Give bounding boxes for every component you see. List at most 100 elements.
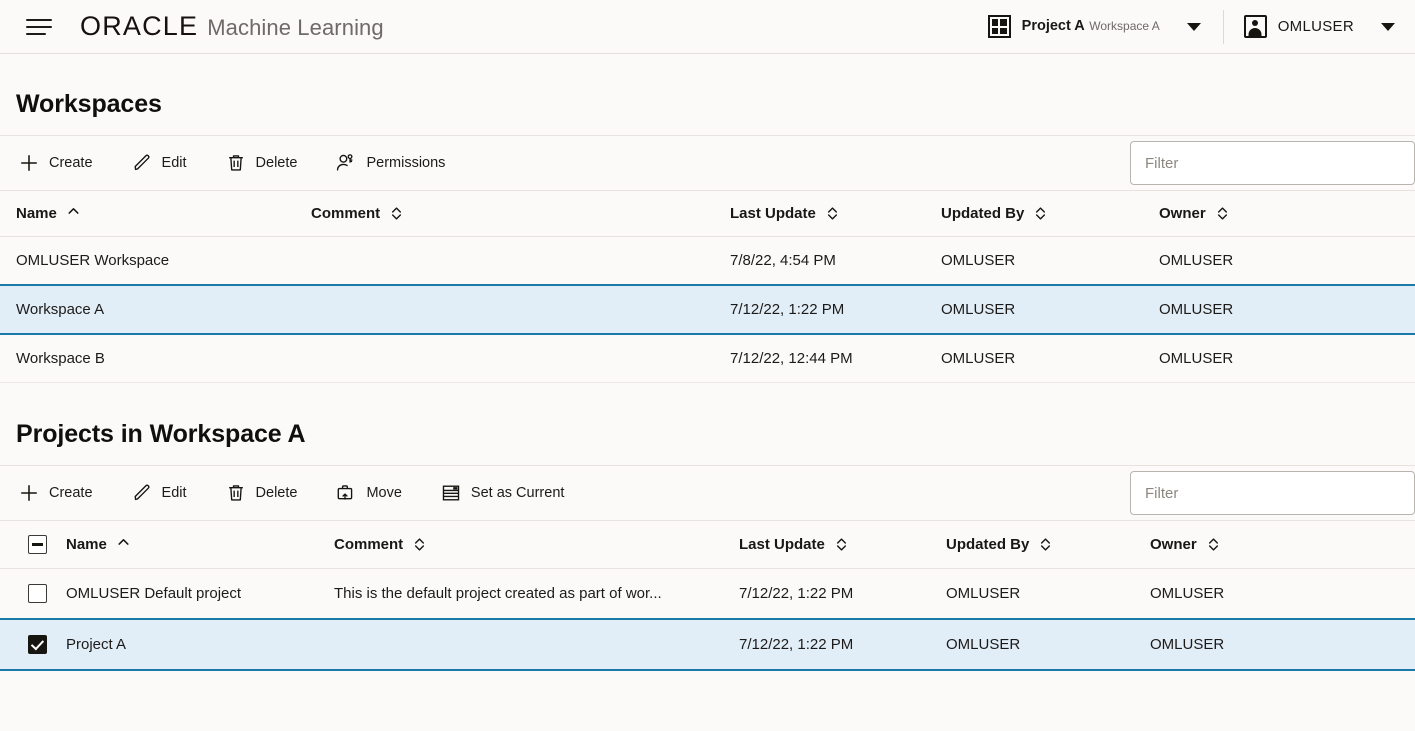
current-workspace-name: Workspace A <box>1089 19 1160 34</box>
project-updated-by-cell: OMLUSER <box>946 568 1150 620</box>
projects-col-name[interactable]: Name <box>66 521 334 569</box>
grid-icon <box>987 15 1011 38</box>
projects-create-label: Create <box>49 485 93 501</box>
projects-delete-button[interactable]: Delete <box>223 473 308 513</box>
workspaces-toolbar: Create Edit Delete Permissions <box>0 135 1415 191</box>
projects-create-button[interactable]: Create <box>16 473 103 513</box>
project-owner-cell: OMLUSER <box>1150 618 1415 671</box>
workspaces-title: Workspaces <box>16 90 162 118</box>
projects-filter-box[interactable] <box>1130 471 1415 515</box>
workspaces-permissions-label: Permissions <box>366 155 446 171</box>
workspaces-filter-input[interactable] <box>1145 154 1400 172</box>
trash-icon <box>228 485 243 501</box>
workspace-comment-cell <box>311 284 730 335</box>
workspaces-col-owner[interactable]: Owner <box>1159 191 1415 237</box>
sort-none-icon <box>1208 538 1218 551</box>
projects-col-last-update-label: Last Update <box>739 536 825 553</box>
project-name-cell: OMLUSER Default project <box>66 568 334 620</box>
workspace-comment-cell <box>311 236 730 286</box>
project-owner-cell: OMLUSER <box>1150 568 1415 620</box>
chevron-down-icon[interactable] <box>1381 22 1395 31</box>
workspaces-col-comment[interactable]: Comment <box>311 191 730 237</box>
product-name: Machine Learning <box>207 15 384 40</box>
workspaces-col-name[interactable]: Name <box>0 191 311 237</box>
sort-ascending-icon <box>68 208 79 214</box>
pencil-icon <box>134 154 150 171</box>
header-right: Project A Workspace A OMLUSER <box>982 0 1401 53</box>
user-menu[interactable]: OMLUSER <box>1228 8 1401 46</box>
sort-none-icon <box>392 207 402 220</box>
brand: ORACLE Machine Learning <box>80 11 384 42</box>
projects-table-body: OMLUSER Default project This is the defa… <box>0 568 1415 671</box>
projects-col-comment-label: Comment <box>334 536 404 553</box>
project-last-update-cell: 7/12/22, 1:22 PM <box>739 618 946 671</box>
plus-icon <box>21 485 37 501</box>
table-row[interactable]: Workspace B 7/12/22, 12:44 PM OMLUSER OM… <box>0 334 1415 383</box>
app-header: ORACLE Machine Learning Project A Worksp… <box>0 0 1415 54</box>
projects-filter-input[interactable] <box>1145 484 1400 502</box>
workspace-last-update-cell: 7/12/22, 1:22 PM <box>730 284 941 335</box>
hamburger-menu-icon[interactable] <box>26 12 56 42</box>
workspaces-permissions-button[interactable]: Permissions <box>333 143 455 183</box>
sort-none-icon <box>1217 207 1227 220</box>
workspaces-col-name-label: Name <box>16 205 57 222</box>
projects-table-head: Name Comment Last Update Updated By Owne… <box>0 521 1415 569</box>
workspace-owner-cell: OMLUSER <box>1159 236 1415 286</box>
project-comment-cell <box>334 618 739 671</box>
sort-none-icon <box>415 538 425 551</box>
workspaces-col-last-update[interactable]: Last Update <box>730 191 941 237</box>
projects-edit-label: Edit <box>161 485 187 501</box>
workspaces-table-head: Name Comment Last Update Updated By Owne… <box>0 191 1415 237</box>
plus-icon <box>21 155 37 171</box>
project-row-select-cell[interactable] <box>0 618 66 671</box>
workspace-owner-cell: OMLUSER <box>1159 284 1415 335</box>
project-row-select-cell[interactable] <box>0 568 66 620</box>
select-all-checkbox[interactable] <box>28 535 47 554</box>
projects-edit-button[interactable]: Edit <box>129 473 197 513</box>
trash-icon <box>228 155 243 171</box>
workspaces-delete-button[interactable]: Delete <box>223 143 308 183</box>
workspaces-col-comment-label: Comment <box>311 205 381 222</box>
table-row[interactable]: Project A 7/12/22, 1:22 PM OMLUSER OMLUS… <box>0 618 1415 671</box>
projects-toolbar: Create Edit Delete Move Set as Current F… <box>0 465 1415 521</box>
workspaces-col-last-update-label: Last Update <box>730 205 816 222</box>
chevron-down-icon[interactable] <box>1186 22 1201 31</box>
projects-move-label: Move <box>366 485 402 501</box>
table-row[interactable]: OMLUSER Workspace 7/8/22, 4:54 PM OMLUSE… <box>0 236 1415 286</box>
sort-none-icon <box>1041 538 1051 551</box>
projects-select-all-header[interactable] <box>0 521 66 569</box>
project-switcher-text: Project A Workspace A <box>1022 17 1160 36</box>
workspaces-table-body: OMLUSER Workspace 7/8/22, 4:54 PM OMLUSE… <box>0 236 1415 383</box>
workspaces-col-updated-by-label: Updated By <box>941 205 1025 222</box>
projects-col-updated-by[interactable]: Updated By <box>946 521 1150 569</box>
workspaces-table: Name Comment Last Update Updated By Owne… <box>0 191 1415 383</box>
workspace-name-cell: Workspace A <box>0 284 311 335</box>
row-checkbox[interactable] <box>28 584 47 603</box>
projects-col-comment[interactable]: Comment <box>334 521 739 569</box>
projects-col-last-update[interactable]: Last Update <box>739 521 946 569</box>
project-last-update-cell: 7/12/22, 1:22 PM <box>739 568 946 620</box>
row-checkbox[interactable] <box>28 635 47 654</box>
workspaces-filter-box[interactable] <box>1130 141 1415 185</box>
workspaces-edit-label: Edit <box>161 155 187 171</box>
projects-col-owner-label: Owner <box>1150 536 1197 553</box>
projects-set-as-current-label: Set as Current <box>470 485 565 501</box>
projects-col-name-label: Name <box>66 536 107 553</box>
table-row[interactable]: Workspace A 7/12/22, 1:22 PM OMLUSER OML… <box>0 284 1415 335</box>
project-switcher[interactable]: Project A Workspace A <box>982 8 1219 46</box>
workspace-name-cell: OMLUSER Workspace <box>0 236 311 286</box>
projects-col-owner[interactable]: Owner <box>1150 521 1415 569</box>
pencil-icon <box>134 484 150 501</box>
projects-title: Projects in Workspace A <box>16 420 306 448</box>
table-row[interactable]: OMLUSER Default project This is the defa… <box>0 568 1415 620</box>
project-name-cell: Project A <box>66 618 334 671</box>
header-divider <box>1222 9 1224 44</box>
workspaces-col-updated-by[interactable]: Updated By <box>941 191 1159 237</box>
workspaces-create-button[interactable]: Create <box>16 143 103 183</box>
projects-set-as-current-button[interactable]: Set as Current <box>438 473 575 513</box>
workspace-owner-cell: OMLUSER <box>1159 334 1415 383</box>
projects-delete-label: Delete <box>255 485 298 501</box>
projects-move-button[interactable]: Move <box>333 473 411 513</box>
workspaces-header-row: Name Comment Last Update Updated By Owne… <box>0 191 1415 237</box>
workspaces-edit-button[interactable]: Edit <box>129 143 197 183</box>
